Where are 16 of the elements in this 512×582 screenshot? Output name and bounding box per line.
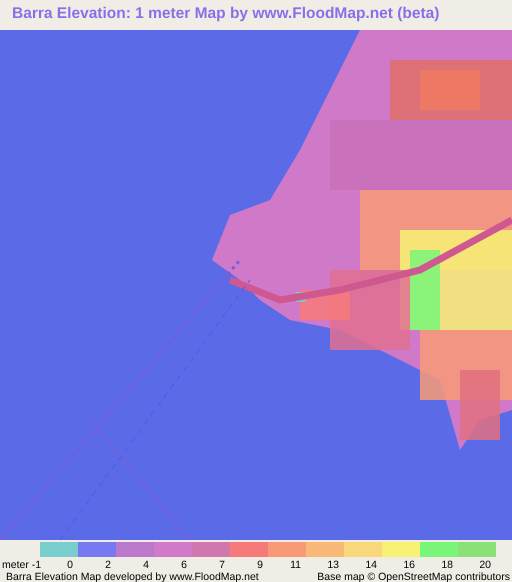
legend-value-label: 13 bbox=[326, 559, 340, 571]
legend-value-label: 11 bbox=[289, 559, 302, 571]
legend-value-label: 18 bbox=[440, 559, 454, 571]
page-title: Barra Elevation: 1 meter Map by www.FloodMap.net (beta) bbox=[11, 4, 440, 24]
legend-value-label: 9 bbox=[256, 559, 264, 571]
legend-value-label: 6 bbox=[180, 559, 188, 571]
legend-value-label: 7 bbox=[218, 559, 226, 571]
attribution-text: Base map © OpenStreetMap contributors bbox=[317, 571, 510, 582]
legend-value-label: 4 bbox=[142, 559, 150, 571]
legend-value-label: 2 bbox=[104, 559, 112, 571]
legend-value-label: 0 bbox=[66, 559, 74, 571]
legend-value-label: 16 bbox=[402, 559, 416, 571]
legend-value-label: 14 bbox=[364, 559, 378, 571]
legend-value-label: 20 bbox=[478, 559, 492, 571]
credit-text: Barra Elevation Map developed by www.FloodMap.net bbox=[6, 571, 259, 582]
legend-unit-label: meter -1 bbox=[1, 559, 42, 571]
